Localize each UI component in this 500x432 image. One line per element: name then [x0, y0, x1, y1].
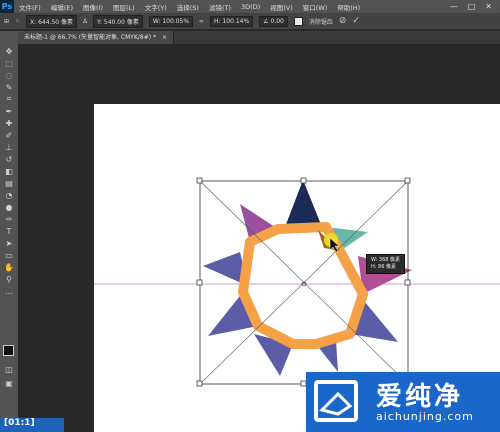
corner-tag: [01:1]	[0, 418, 64, 432]
cancel-transform-icon[interactable]: ⊘	[339, 16, 347, 26]
maximize-icon[interactable]: □	[468, 2, 476, 11]
dodge-tool-icon[interactable]: ●	[0, 201, 18, 213]
more-tools-icon[interactable]: …	[0, 285, 18, 297]
tooltip-width: W: 368 像素	[371, 257, 401, 263]
transform-tool-icon[interactable]: ⊞	[4, 18, 9, 25]
photoshop-logo: Ps	[0, 0, 14, 13]
menu-help[interactable]: 帮助(H)	[332, 2, 365, 12]
menu-file[interactable]: 文件(F)	[14, 2, 46, 12]
options-bar: ⊞ ⁙ X: 644.50 像素 Δ Y: 540.00 像素 W: 100.0…	[0, 13, 500, 30]
link-icon[interactable]: ∞	[199, 18, 204, 25]
pen-tool-icon[interactable]: ✑	[0, 213, 18, 225]
width-field[interactable]: W: 100.05%	[148, 15, 194, 27]
antialias-label: 消除锯齿	[308, 18, 333, 26]
reference-point-icon[interactable]: ⁙	[15, 18, 20, 25]
brush-tool-icon[interactable]: ✐	[0, 129, 18, 141]
quick-select-tool-icon[interactable]: ✎	[0, 81, 18, 93]
move-tool-icon[interactable]: ✥	[0, 45, 18, 57]
menu-3d[interactable]: 3D(D)	[236, 3, 265, 11]
marquee-tool-icon[interactable]: ⬚	[0, 57, 18, 69]
menu-window[interactable]: 窗口(W)	[298, 2, 333, 12]
gradient-tool-icon[interactable]: ▤	[0, 177, 18, 189]
commit-transform-icon[interactable]: ✓	[352, 16, 360, 26]
tools-panel: ✥ ⬚ ◌ ✎ ⌗ ✒ ✚ ✐ ⊥ ↺ ◧ ▤ ◔ ● ✑ T ➤ ▭ ✋ ⚲ …	[0, 31, 18, 432]
healing-tool-icon[interactable]: ✚	[0, 117, 18, 129]
eyedropper-tool-icon[interactable]: ✒	[0, 105, 18, 117]
rotation-field[interactable]: ∠ 0.00	[259, 15, 288, 27]
quick-mask-icon[interactable]: ◫	[0, 363, 18, 375]
height-field[interactable]: H: 100.14%	[210, 15, 254, 27]
x-position-field[interactable]: X: 644.50 像素	[26, 14, 78, 28]
menu-type[interactable]: 文字(Y)	[140, 2, 172, 12]
document-tab-label: 未标题-1 @ 66.7% (矢量智能对象, CMYK/8#) *	[24, 34, 157, 41]
zoom-tool-icon[interactable]: ⚲	[0, 273, 18, 285]
antialias-checkbox[interactable]	[293, 16, 303, 26]
close-icon[interactable]: ✕	[485, 2, 492, 11]
lasso-tool-icon[interactable]: ◌	[0, 69, 18, 81]
watermark-url: aichunjing.com	[376, 410, 474, 423]
transform-tooltip: W: 368 像素 H: 86 像素	[366, 254, 406, 274]
menu-image[interactable]: 图像(I)	[78, 2, 108, 12]
blur-tool-icon[interactable]: ◔	[0, 189, 18, 201]
menu-edit[interactable]: 编辑(E)	[46, 2, 78, 12]
rectangle-tool-icon[interactable]: ▭	[0, 249, 18, 261]
tab-close-icon[interactable]: ×	[162, 34, 167, 41]
document-tab-bar: 未标题-1 @ 66.7% (矢量智能对象, CMYK/8#) * ×	[18, 31, 500, 44]
document-tab[interactable]: 未标题-1 @ 66.7% (矢量智能对象, CMYK/8#) * ×	[18, 31, 174, 44]
menu-layer[interactable]: 图层(L)	[108, 2, 140, 12]
minimize-icon[interactable]: —	[450, 2, 458, 11]
menu-bar: Ps 文件(F) 编辑(E) 图像(I) 图层(L) 文字(Y) 选择(S) 滤…	[0, 0, 500, 13]
crop-tool-icon[interactable]: ⌗	[0, 93, 18, 105]
foreground-color-swatch[interactable]	[3, 345, 14, 356]
y-position-field[interactable]: Y: 540.00 像素	[93, 14, 143, 28]
watermark-chinese-text: 爱纯净	[376, 382, 464, 412]
tooltip-height: H: 86 像素	[371, 264, 396, 270]
history-brush-icon[interactable]: ↺	[0, 153, 18, 165]
eraser-tool-icon[interactable]: ◧	[0, 165, 18, 177]
menu-select[interactable]: 选择(S)	[172, 2, 204, 12]
watermark-banner: 爱纯净 aichunjing.com	[306, 372, 500, 432]
path-select-tool-icon[interactable]: ➤	[0, 237, 18, 249]
hand-tool-icon[interactable]: ✋	[0, 261, 18, 273]
relative-position-icon[interactable]: Δ	[83, 18, 87, 25]
menu-view[interactable]: 视图(V)	[265, 2, 298, 12]
type-tool-icon[interactable]: T	[0, 225, 18, 237]
menu-filter[interactable]: 滤镜(T)	[204, 2, 236, 12]
star-point-top	[285, 180, 322, 227]
watermark-logo-icon	[314, 380, 358, 422]
stamp-tool-icon[interactable]: ⊥	[0, 141, 18, 153]
screen-mode-icon[interactable]: ▣	[0, 377, 18, 389]
